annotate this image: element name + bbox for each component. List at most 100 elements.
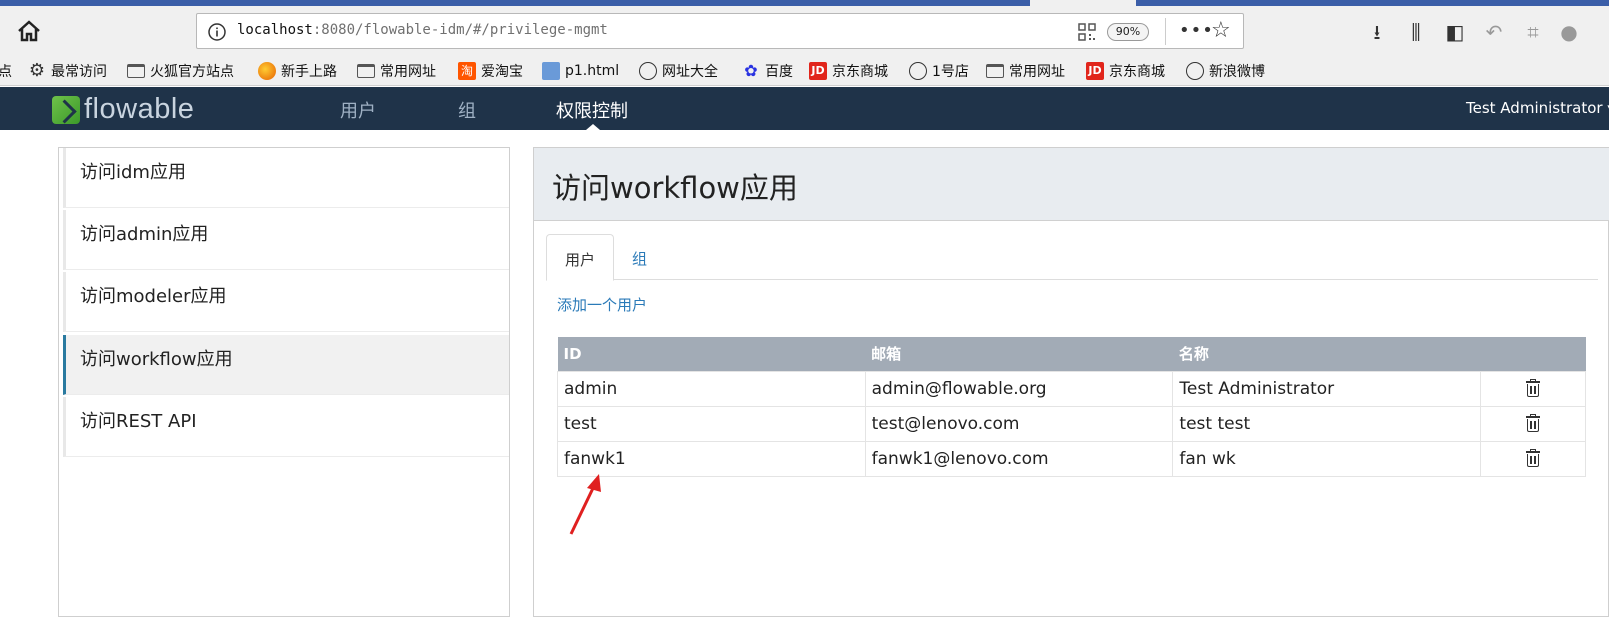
bookmark-label: 1号店 [932, 64, 969, 80]
page-icon [542, 62, 560, 80]
globe-icon [1186, 62, 1204, 80]
chat-icon[interactable]: ● [1556, 20, 1582, 44]
info-icon[interactable] [207, 22, 227, 42]
cell-actions [1480, 370, 1586, 407]
privilege-item-rest-api[interactable]: 访问REST API [63, 397, 509, 457]
bookmark-label: 网址大全 [662, 64, 718, 80]
bookmark-item[interactable]: 新手上路 [258, 60, 337, 82]
bookmark-item[interactable]: 常用网址 [357, 60, 436, 82]
bookmark-item[interactable]: 火狐官方站点 [127, 60, 234, 82]
nav-users[interactable]: 用户 [340, 97, 376, 123]
flowable-logo[interactable]: flowable [52, 93, 194, 126]
folder-icon [127, 64, 145, 78]
bookmark-label: 新手上路 [281, 64, 337, 80]
bookmark-label: 常用网址 [380, 64, 436, 80]
flowable-logo-icon [52, 95, 80, 124]
cell-actions [1480, 440, 1586, 477]
bookmark-label: 京东商城 [1109, 64, 1165, 80]
taobao-icon: 淘 [458, 62, 476, 80]
bookmark-item[interactable]: JD 京东商城 [1086, 60, 1165, 82]
cell-name: fan wk [1172, 440, 1482, 477]
page-title: 访问workflow应用 [552, 171, 798, 205]
column-header-email: 邮箱 [865, 337, 1173, 371]
bookmark-item[interactable]: p1.html [542, 60, 619, 82]
bookmark-label: 火狐官方站点 [150, 64, 234, 80]
firefox-icon [258, 62, 276, 80]
cell-email: test@lenovo.com [864, 405, 1174, 442]
app-header: flowable 用户 组 权限控制 Test Administrator ▾ [0, 87, 1609, 130]
bookmark-label: 百度 [765, 64, 793, 80]
bookmark-item[interactable]: 点 [0, 60, 12, 82]
url-bar[interactable]: localhost:8080/flowable-idm/#/privilege-… [196, 13, 1244, 49]
table-row: admin admin@flowable.org Test Administra… [557, 370, 1586, 407]
privilege-item-idm[interactable]: 访问idm应用 [63, 148, 509, 208]
crop-icon[interactable]: ⌗ [1520, 20, 1546, 44]
trash-icon[interactable] [1526, 379, 1541, 397]
url-host: localhost [237, 22, 313, 38]
active-nav-indicator [586, 124, 600, 130]
user-table: ID 邮箱 名称 admin admin@flowable.org Test A… [557, 337, 1586, 477]
detail-tabs: 用户 组 [546, 234, 1598, 281]
more-actions-icon[interactable]: ••• [1179, 20, 1214, 41]
bookmark-item[interactable]: 1号店 [909, 60, 969, 82]
table-row: fanwk1 fanwk1@lenovo.com fan wk [557, 440, 1586, 477]
url-text[interactable]: localhost:8080/flowable-idm/#/privilege-… [237, 22, 608, 38]
bookmark-item[interactable]: JD 京东商城 [809, 60, 888, 82]
tab-users[interactable]: 用户 [546, 234, 614, 281]
tab-groups[interactable]: 组 [614, 234, 665, 281]
cell-name: Test Administrator [1172, 370, 1482, 407]
jd-icon: JD [809, 62, 827, 80]
table-row: test test@lenovo.com test test [557, 405, 1586, 442]
bookmark-label: 新浪微博 [1209, 64, 1265, 80]
add-user-link[interactable]: 添加一个用户 [557, 294, 647, 315]
privilege-item-modeler[interactable]: 访问modeler应用 [63, 272, 509, 332]
url-separator [1165, 18, 1166, 45]
folder-icon [357, 64, 375, 78]
table-header-row: ID 邮箱 名称 [557, 337, 1586, 371]
globe-icon [639, 62, 657, 80]
trash-icon[interactable] [1526, 449, 1541, 467]
logo-text: flowable [84, 93, 195, 125]
cell-email: admin@flowable.org [864, 370, 1174, 407]
column-header-actions [1480, 337, 1586, 371]
privilege-item-admin[interactable]: 访问admin应用 [63, 210, 509, 270]
bookmark-item[interactable]: 新浪微博 [1186, 60, 1265, 82]
gear-icon: ⚙ [28, 60, 46, 81]
privilege-list: 访问idm应用 访问admin应用 访问modeler应用 访问workflow… [58, 147, 510, 617]
cell-actions [1480, 405, 1586, 442]
cell-id: test [557, 405, 866, 442]
column-header-id: ID [557, 337, 866, 371]
bookmark-label: 常用网址 [1009, 64, 1065, 80]
privilege-detail-panel: 访问workflow应用 用户 组 添加一个用户 ID 邮箱 名称 admin … [533, 147, 1609, 617]
nav-groups[interactable]: 组 [458, 97, 476, 123]
cell-email: fanwk1@lenovo.com [864, 440, 1174, 477]
privilege-item-workflow[interactable]: 访问workflow应用 [63, 335, 509, 395]
folder-icon [986, 64, 1004, 78]
download-icon[interactable]: ⭳ [1364, 20, 1390, 44]
globe-icon [909, 62, 927, 80]
bookmark-item[interactable]: ✿ 百度 [742, 60, 793, 82]
user-menu[interactable]: Test Administrator ▾ [1466, 99, 1609, 117]
bookmark-label: 点 [0, 64, 12, 80]
bookmark-label: 最常访问 [51, 64, 107, 80]
qr-code-icon[interactable] [1077, 22, 1097, 42]
browser-toolbar: localhost:8080/flowable-idm/#/privilege-… [0, 6, 1609, 56]
library-icon[interactable]: ⫼ [1403, 20, 1429, 44]
bookmark-item[interactable]: 常用网址 [986, 60, 1065, 82]
nav-privileges[interactable]: 权限控制 [556, 97, 628, 123]
url-path: :8080/flowable-idm/#/privilege-mgmt [312, 22, 608, 38]
trash-icon[interactable] [1526, 414, 1541, 432]
panel-header: 访问workflow应用 [534, 148, 1609, 221]
bookmark-star-icon[interactable]: ☆ [1211, 18, 1231, 43]
bookmark-label: p1.html [565, 63, 620, 79]
bookmark-item[interactable]: ⚙ 最常访问 [28, 60, 107, 82]
bookmark-item[interactable]: 淘爱淘宝 [458, 60, 523, 82]
home-icon[interactable] [14, 18, 44, 44]
annotation-arrow-icon [569, 474, 601, 535]
zoom-level-badge[interactable]: 90% [1107, 23, 1149, 41]
jd-icon: JD [1086, 62, 1104, 80]
bookmark-item[interactable]: 网址大全 [639, 60, 718, 82]
sidebar-icon[interactable]: ◧ [1442, 20, 1468, 44]
undo-icon[interactable]: ↶ [1481, 20, 1507, 44]
baidu-icon: ✿ [744, 61, 758, 80]
